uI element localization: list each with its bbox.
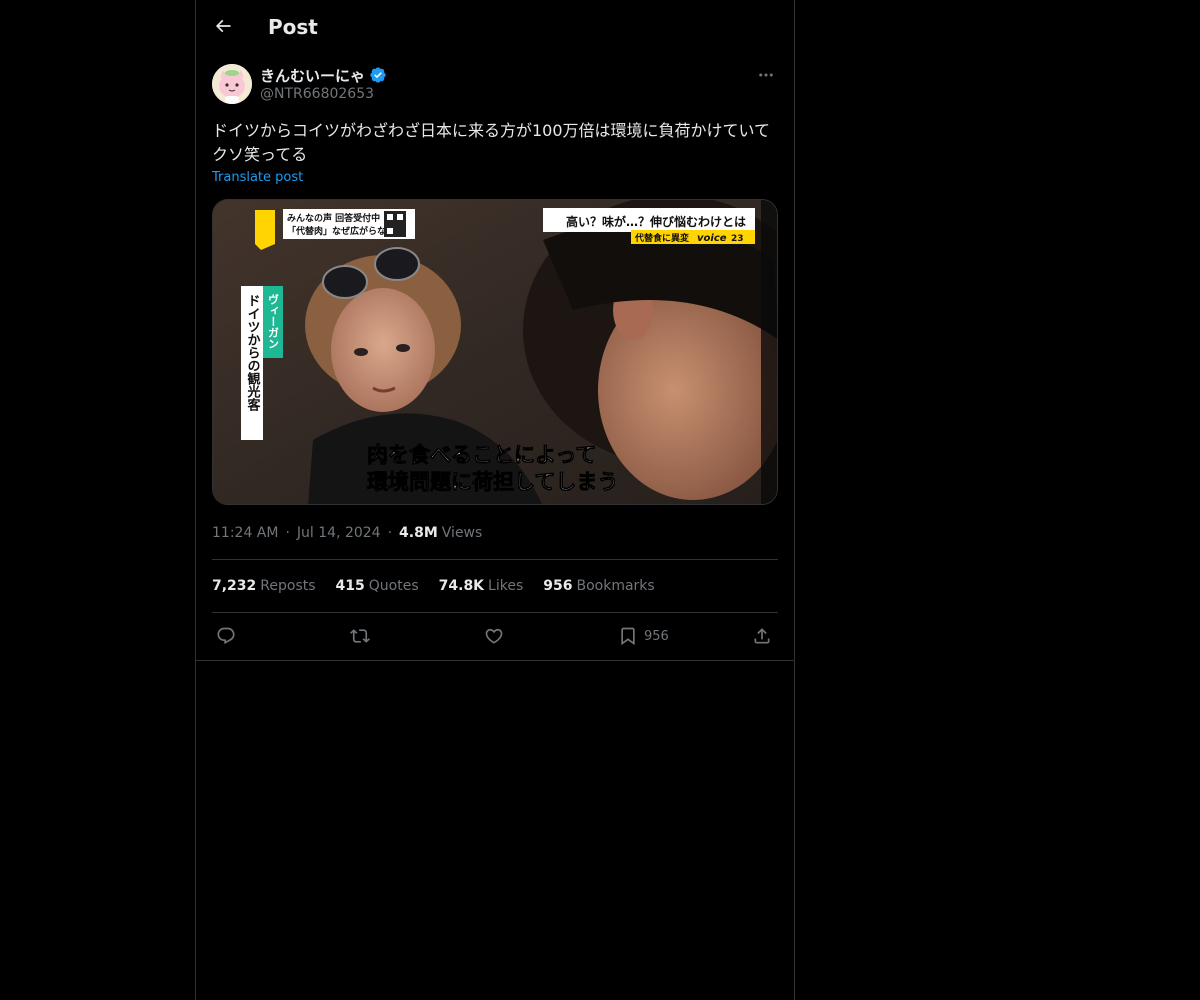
video-frame-image: みんなの声 回答受付中 「代替肉」なぜ広がらない？ 高い？味が…？伸び悩むわけと… (213, 200, 777, 504)
reposts-stat[interactable]: 7,232 Reposts (212, 578, 316, 594)
post-column: Post きんむいーにゃ @NTR66802653 ドイツからコイツがわざわざ日… (195, 0, 795, 1000)
likes-stat[interactable]: 74.8K Likes (439, 578, 524, 594)
quotes-count: 415 (335, 578, 365, 594)
back-button[interactable] (206, 9, 240, 43)
avatar[interactable] (212, 64, 252, 104)
media-vertical-caption: ドイツからの観光客 (245, 294, 262, 412)
bookmark-count: 956 (644, 628, 669, 644)
post-header: Post (196, 0, 794, 53)
meta-separator: · (387, 525, 393, 541)
heart-icon (485, 628, 503, 644)
more-dots-icon (759, 73, 773, 77)
bookmark-button[interactable]: 956 (618, 622, 669, 650)
repost-icon (350, 629, 370, 643)
post-author: きんむいーにゃ @NTR66802653 (212, 63, 778, 107)
views-count: 4.8M (399, 525, 438, 541)
page-title: Post (268, 15, 318, 39)
likes-count: 74.8K (438, 578, 485, 594)
media-topright-line1: 高い？味が…？伸び悩むわけとは (566, 214, 746, 229)
action-bar: 956 (212, 622, 778, 650)
post-bottom-border (196, 660, 794, 661)
reply-button[interactable] (216, 622, 236, 650)
media-subtitle-line1: 肉を食べることによって (367, 443, 596, 467)
media-topleft-line1: みんなの声 回答受付中 (287, 212, 380, 224)
post-text: ドイツからコイツがわざわざ日本に来る方が100万倍は環境に負荷かけていてクソ笑っ… (212, 121, 771, 164)
bookmark-icon (621, 627, 635, 646)
meta-separator: · (285, 525, 290, 541)
verified-badge-icon (369, 66, 387, 84)
divider (212, 612, 778, 613)
more-options-button[interactable] (754, 65, 778, 85)
post-stats: 7,232 Reposts 415 Quotes 74.8K Likes 956 Boo… (212, 576, 675, 596)
reposts-label: Reposts (260, 578, 316, 594)
likes-label: Likes (488, 578, 524, 594)
translate-post-link[interactable]: Translate post (212, 170, 303, 185)
media-topright-line2: 代替食に異変 (634, 232, 689, 244)
like-button[interactable] (484, 622, 504, 650)
media-brand-num: 23 (731, 234, 744, 244)
display-name[interactable]: きんむいーにゃ (260, 65, 365, 86)
reply-icon (217, 627, 235, 645)
quotes-stat[interactable]: 415 Quotes (336, 578, 419, 594)
share-button[interactable] (752, 622, 772, 650)
bookmarks-stat[interactable]: 956 Bookmarks (543, 578, 654, 594)
arrow-left-icon (215, 19, 231, 33)
post-time[interactable]: 11:24 AM (212, 525, 278, 541)
divider (212, 559, 778, 560)
display-name-row[interactable]: きんむいーにゃ (260, 64, 387, 86)
media-vertical-tag: ヴィーガン (267, 293, 280, 349)
bookmarks-count: 956 (543, 578, 573, 594)
repost-button[interactable] (350, 622, 370, 650)
share-icon (754, 628, 770, 644)
quotes-label: Quotes (368, 578, 419, 594)
post-date[interactable]: Jul 14, 2024 (297, 525, 381, 541)
media-subtitle-line2: 環境問題に荷担してしまう (367, 470, 618, 494)
reposts-count: 7,232 (212, 578, 257, 594)
user-handle[interactable]: @NTR66802653 (260, 86, 374, 102)
post-media[interactable]: みんなの声 回答受付中 「代替肉」なぜ広がらない？ 高い？味が…？伸び悩むわけと… (212, 199, 778, 505)
media-brand: voice (697, 233, 727, 244)
post-meta: 11:24 AM · Jul 14, 2024 · 4.8M Views (212, 523, 482, 543)
views-label: Views (441, 525, 483, 541)
avatar-image (212, 64, 252, 104)
bookmarks-label: Bookmarks (576, 578, 655, 594)
